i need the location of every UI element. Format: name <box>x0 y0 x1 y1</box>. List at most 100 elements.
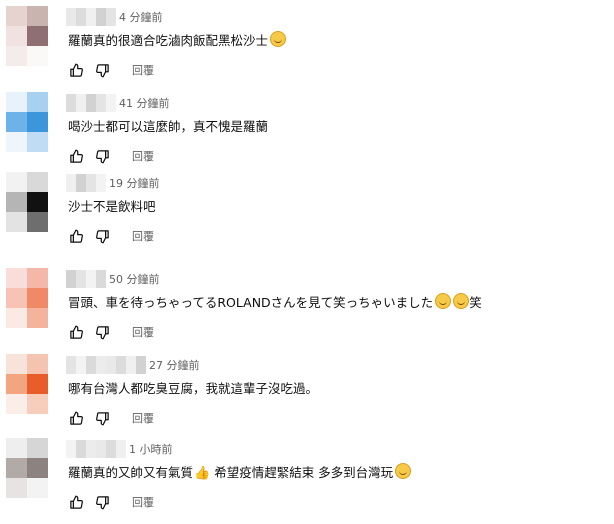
reply-button[interactable]: 回覆 <box>132 324 154 340</box>
redaction-tile <box>76 356 86 374</box>
comment-mid-text: 希望疫情趕緊結束 多多到台灣玩 <box>214 465 394 480</box>
comment-item: 1 小時前 羅蘭真的又帥又有氣質👍 希望疫情趕緊結束 多多到台灣玩 回覆 <box>0 432 614 516</box>
reply-button[interactable]: 回覆 <box>132 410 154 426</box>
comment-body: 冒頭、車を待っちゃってるROLANDさんを見て笑っちゃいました <box>68 295 434 310</box>
thumb-down-icon[interactable] <box>94 148 110 164</box>
redaction-tile <box>106 440 116 458</box>
comment-header: 41 分鐘前 <box>66 94 170 112</box>
avatar-pixel <box>6 374 27 394</box>
redaction-tile <box>106 8 116 26</box>
comment-timestamp[interactable]: 1 小時前 <box>129 441 173 457</box>
avatar-pixel <box>6 354 27 374</box>
comment-item: 4 分鐘前 羅蘭真的很適合吃滷肉飯配黑松沙士 回覆 <box>0 0 614 84</box>
reply-button[interactable]: 回覆 <box>132 228 154 244</box>
avatar-pixel <box>6 268 27 288</box>
comment-body: 羅蘭真的很適合吃滷肉飯配黑松沙士 <box>68 33 269 48</box>
comment-item: 41 分鐘前 喝沙士都可以這麼帥，真不愧是羅蘭 回覆 <box>0 86 614 170</box>
redaction-tile <box>76 440 86 458</box>
avatar-pixel <box>27 438 48 458</box>
redaction-tile <box>86 270 96 288</box>
comment-item: 19 分鐘前 沙士不是飲料吧 回覆 <box>0 166 614 250</box>
avatar[interactable] <box>6 92 48 152</box>
author-name-redacted[interactable] <box>66 94 116 112</box>
reply-button[interactable]: 回覆 <box>132 148 154 164</box>
thumb-up-icon[interactable] <box>68 494 84 510</box>
comment-actions: 回覆 <box>68 146 154 166</box>
comment-item: 50 分鐘前 冒頭、車を待っちゃってるROLANDさんを見て笑っちゃいました笑 … <box>0 262 614 346</box>
avatar-pixel <box>27 478 48 498</box>
redaction-tile <box>66 94 76 112</box>
comments-list: 4 分鐘前 羅蘭真的很適合吃滷肉飯配黑松沙士 回覆 41 分鐘前 喝沙士都可以這… <box>0 0 614 524</box>
comment-body: 喝沙士都可以這麼帥，真不愧是羅蘭 <box>68 119 269 134</box>
redaction-tile <box>86 174 96 192</box>
avatar-pixel <box>6 478 27 498</box>
redaction-tile <box>116 356 126 374</box>
avatar-pixel <box>27 172 48 192</box>
redaction-tile <box>96 270 106 288</box>
thumb-down-icon[interactable] <box>94 324 110 340</box>
comment-timestamp[interactable]: 27 分鐘前 <box>149 357 200 373</box>
comment-header: 1 小時前 <box>66 440 173 458</box>
author-name-redacted[interactable] <box>66 270 106 288</box>
comment-timestamp[interactable]: 41 分鐘前 <box>119 95 170 111</box>
avatar-pixel <box>27 132 48 152</box>
avatar[interactable] <box>6 438 48 498</box>
avatar-pixel <box>27 394 48 414</box>
redaction-tile <box>76 270 86 288</box>
thumb-up-icon[interactable] <box>68 62 84 78</box>
thumb-down-icon[interactable] <box>94 410 110 426</box>
author-name-redacted[interactable] <box>66 356 146 374</box>
thumb-up-icon[interactable] <box>68 228 84 244</box>
avatar-pixel <box>6 308 27 328</box>
avatar-pixel <box>27 26 48 46</box>
thumb-up-icon[interactable] <box>68 410 84 426</box>
laughing-emoji <box>453 293 470 309</box>
thumb-down-icon[interactable] <box>94 62 110 78</box>
redaction-tile <box>96 94 106 112</box>
redaction-tile <box>76 94 86 112</box>
avatar-pixel <box>6 46 27 66</box>
avatar-pixel <box>6 288 27 308</box>
comment-text: 沙士不是飲料吧 <box>68 196 156 215</box>
avatar[interactable] <box>6 6 48 66</box>
author-name-redacted[interactable] <box>66 8 116 26</box>
thumbs-up-emoji: 👍 <box>194 466 211 481</box>
redaction-tile <box>76 174 86 192</box>
comment-actions: 回覆 <box>68 408 154 428</box>
avatar-pixel <box>6 92 27 112</box>
thumb-down-icon[interactable] <box>94 228 110 244</box>
thumb-down-icon[interactable] <box>94 494 110 510</box>
reply-button[interactable]: 回覆 <box>132 62 154 78</box>
laughing-emoji <box>395 463 412 479</box>
comment-text: 喝沙士都可以這麼帥，真不愧是羅蘭 <box>68 116 268 135</box>
avatar-pixel <box>6 394 27 414</box>
avatar[interactable] <box>6 354 48 414</box>
comment-item: 27 分鐘前 哪有台灣人都吃臭豆腐，我就這輩子沒吃過。 回覆 <box>0 348 614 432</box>
redaction-tile <box>76 8 86 26</box>
author-name-redacted[interactable] <box>66 174 106 192</box>
comment-actions: 回覆 <box>68 322 154 342</box>
comment-timestamp[interactable]: 4 分鐘前 <box>119 9 163 25</box>
avatar[interactable] <box>6 268 48 328</box>
laughing-emoji <box>270 31 287 47</box>
comment-header: 50 分鐘前 <box>66 270 160 288</box>
avatar[interactable] <box>6 172 48 232</box>
redaction-tile <box>86 8 96 26</box>
laughing-emoji <box>435 293 452 309</box>
avatar-pixel <box>27 268 48 288</box>
comment-header: 19 分鐘前 <box>66 174 160 192</box>
avatar-pixel <box>27 374 48 394</box>
redaction-tile <box>66 8 76 26</box>
reply-button[interactable]: 回覆 <box>132 494 154 510</box>
avatar-pixel <box>27 354 48 374</box>
comment-timestamp[interactable]: 19 分鐘前 <box>109 175 160 191</box>
comment-actions: 回覆 <box>68 60 154 80</box>
avatar-pixel <box>6 112 27 132</box>
thumb-up-icon[interactable] <box>68 324 84 340</box>
thumb-up-icon[interactable] <box>68 148 84 164</box>
redaction-tile <box>86 356 96 374</box>
avatar-pixel <box>27 112 48 132</box>
author-name-redacted[interactable] <box>66 440 126 458</box>
comment-text: 冒頭、車を待っちゃってるROLANDさんを見て笑っちゃいました 笑 <box>68 292 482 311</box>
comment-timestamp[interactable]: 50 分鐘前 <box>109 271 160 287</box>
